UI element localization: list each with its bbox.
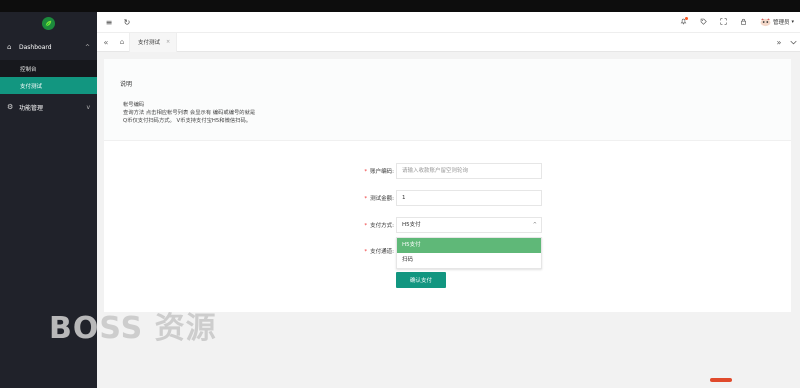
required-mark: * (364, 249, 368, 255)
chevron-down-icon: v (86, 103, 90, 111)
home-tab-icon[interactable]: ⌂ (115, 38, 129, 46)
notice-body: 帐号编码 查询方法 点击相应帐号列表 会显示有 编码或编号的就是 Q币仅支付扫码… (123, 101, 255, 125)
notice-line: Q币仅支付扫码方式。 V币支持支付宝H5和微信扫码。 (123, 118, 252, 124)
account-input[interactable]: 请输入收款账户留空则轮询 (396, 163, 542, 179)
browser-top-strip (0, 0, 800, 12)
sidebar-item-dashboard[interactable]: ⌂ Dashboard ^ (0, 34, 97, 60)
dropdown-option-scan[interactable]: 扫码 (397, 253, 541, 268)
notice-line: 查询方法 点击相应帐号列表 会显示有 编码或编号的就是 (123, 110, 256, 116)
required-mark: * (364, 196, 368, 202)
paytype-label: * 支付方式: (364, 223, 394, 229)
paytype-select[interactable]: H5支付 ^ (396, 217, 542, 233)
refresh-icon[interactable]: ↻ (121, 18, 133, 27)
account-row: * 账户编码: 请输入收款账户留空则轮询 (104, 163, 791, 179)
tag-icon[interactable] (694, 18, 714, 27)
amount-label: * 测试金额: (364, 196, 394, 202)
home-icon: ⌂ (7, 43, 12, 51)
form-card: 说明 帐号编码 查询方法 点击相应帐号列表 会显示有 编码或编号的就是 Q币仅支… (104, 59, 791, 312)
sidebar-submenu: 控制台 支付测试 (0, 60, 97, 94)
channel-label: * 支付通道: (364, 249, 394, 255)
decorative-mark (710, 378, 732, 382)
notice-panel: 说明 帐号编码 查询方法 点击相应帐号列表 会显示有 编码或编号的就是 Q币仅支… (104, 59, 791, 141)
paytype-row: * 支付方式: H5支付 ^ (104, 217, 791, 233)
chevron-up-icon: ^ (532, 222, 537, 228)
leaf-logo-icon (42, 16, 55, 30)
user-name[interactable]: 管理员 (773, 18, 790, 26)
account-label: * 账户编码: (364, 169, 394, 175)
dropdown-option-h5[interactable]: H5支付 (397, 238, 541, 253)
watermark: BOSS 资源 (49, 311, 217, 346)
top-header: ≡ ↻ 管理员 ▾ (97, 12, 800, 33)
sidebar-item-console[interactable]: 控制台 (0, 60, 97, 77)
paytype-dropdown: H5支付 扫码 (396, 237, 542, 269)
required-mark: * (364, 223, 368, 229)
scroll-tabs-left-icon[interactable]: « (97, 38, 115, 47)
amount-input[interactable]: 1 (396, 190, 542, 206)
amount-row: * 测试金额: 1 (104, 190, 791, 206)
fullscreen-icon[interactable] (714, 17, 734, 27)
tab-label: 支付测试 (138, 40, 161, 46)
tabs-bar: « ⌂ 支付测试 × » (97, 32, 800, 52)
confirm-pay-button[interactable]: 确认支付 (396, 272, 446, 288)
tab-pay-test[interactable]: 支付测试 × (129, 32, 178, 52)
sidebar-item-feature-management[interactable]: ⚙ 功能管理 v (0, 94, 97, 120)
paytype-value: H5支付 (402, 222, 421, 228)
chevron-down-icon[interactable] (786, 38, 800, 47)
close-icon[interactable]: × (166, 39, 170, 45)
notification-dot (684, 16, 688, 20)
sidebar-item-label: Dashboard (19, 43, 52, 51)
bell-icon[interactable] (674, 16, 694, 27)
header-right-tools: 管理员 ▾ (674, 16, 800, 27)
logo[interactable] (0, 12, 97, 34)
menu-toggle-icon[interactable]: ≡ (103, 18, 115, 27)
notice-title: 说明 (120, 81, 133, 88)
sidebar-item-label: 功能管理 (19, 104, 44, 112)
chevron-up-icon: ^ (84, 43, 90, 51)
notice-line: 帐号编码 (123, 102, 145, 108)
user-caret-icon[interactable]: ▾ (791, 19, 794, 25)
scroll-tabs-right-icon[interactable]: » (772, 38, 786, 47)
lock-icon[interactable] (734, 18, 754, 27)
tabs-right-controls: » (772, 38, 800, 47)
avatar-icon[interactable] (760, 17, 771, 27)
required-mark: * (364, 169, 368, 175)
sidebar-item-pay-test[interactable]: 支付测试 (0, 77, 97, 94)
gear-icon: ⚙ (7, 103, 14, 111)
